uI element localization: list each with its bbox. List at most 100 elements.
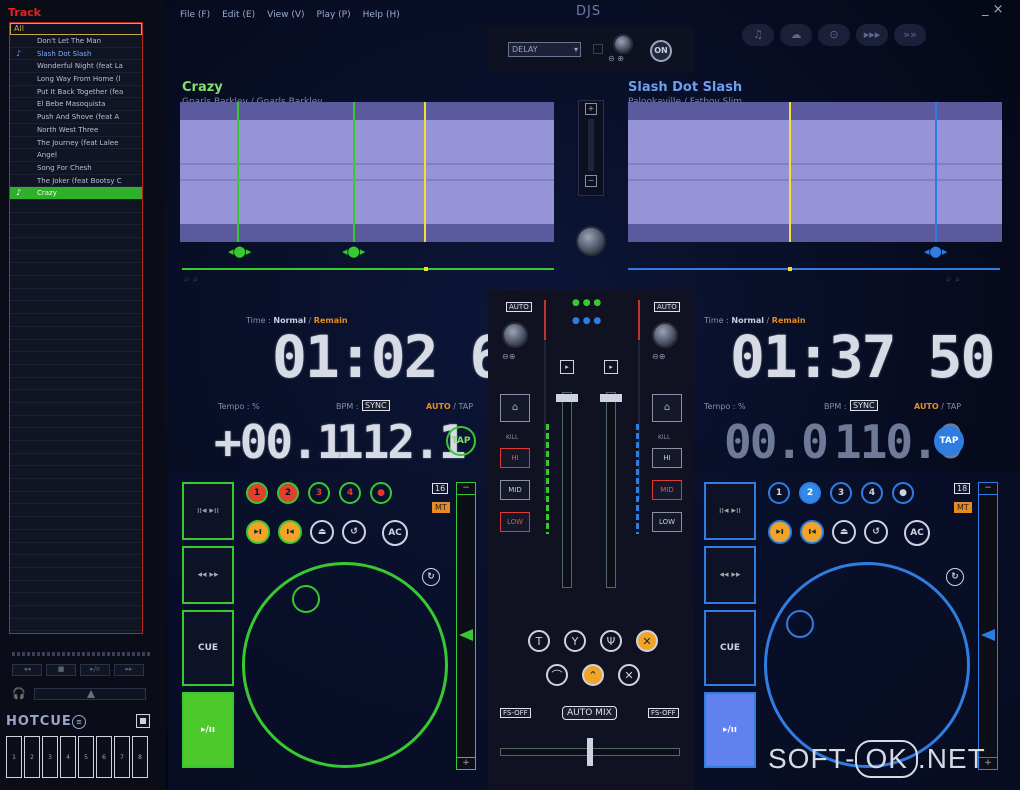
- deck-b-tap-button[interactable]: TAP: [934, 426, 964, 456]
- deck-a-platter[interactable]: [242, 562, 448, 768]
- menu-item-3[interactable]: Play (P): [317, 10, 351, 20]
- channel-fader-a-track[interactable]: [562, 392, 572, 588]
- window-controls[interactable]: _ ×: [982, 2, 1004, 17]
- deck-a-cue-button[interactable]: CUE: [182, 610, 234, 686]
- mixer-auto-b[interactable]: AUTO: [654, 302, 680, 312]
- track-row-empty[interactable]: [10, 378, 142, 391]
- track-row[interactable]: Long Way From Home (l: [10, 73, 142, 86]
- deck-a-loop-out-icon[interactable]: ı◂: [278, 520, 302, 544]
- deck-a-sync-button[interactable]: SYNC: [362, 400, 390, 411]
- hotcue-key[interactable]: 7: [114, 736, 130, 778]
- channel-fader-b-thumb[interactable]: [600, 394, 622, 402]
- mixer-cue-a-icon[interactable]: ⌂: [500, 394, 530, 422]
- skip-mode-icon[interactable]: »»: [894, 24, 926, 46]
- mixer-gain-knob-b[interactable]: [652, 322, 678, 348]
- deck-a-mt-button[interactable]: MT: [432, 502, 450, 513]
- menu-item-1[interactable]: Edit (E): [222, 10, 255, 20]
- track-row-empty[interactable]: [10, 200, 142, 213]
- stop-button[interactable]: ■: [46, 664, 76, 676]
- effect-select[interactable]: DELAY ▾: [508, 42, 581, 57]
- track-row[interactable]: Angel: [10, 149, 142, 162]
- menu-item-0[interactable]: File (F): [180, 10, 210, 20]
- mixer-fs-off-b[interactable]: FS-OFF: [648, 708, 679, 718]
- center-master-knob[interactable]: [576, 226, 606, 256]
- track-row-empty[interactable]: [10, 314, 142, 327]
- track-row-empty[interactable]: [10, 606, 142, 619]
- track-row-empty[interactable]: [10, 479, 142, 492]
- deck-a-pitch-plus[interactable]: +: [457, 757, 475, 769]
- deck-b-cue-button[interactable]: CUE: [704, 610, 756, 686]
- track-row-empty[interactable]: [10, 289, 142, 302]
- deck-b-sync-button[interactable]: SYNC: [850, 400, 878, 411]
- track-row-empty[interactable]: [10, 504, 142, 518]
- channel-fader-a-thumb[interactable]: [556, 394, 578, 402]
- mixer-fx2-icon-0[interactable]: ⌒: [546, 664, 568, 686]
- video-mode-icon[interactable]: ☁: [780, 24, 812, 46]
- mixer-fx-icon-0[interactable]: T: [528, 630, 550, 652]
- mixer-gain-a-minus-plus[interactable]: ⊖⊕: [502, 352, 515, 361]
- track-row[interactable]: Push And Shove (feat A: [10, 111, 142, 124]
- track-row-empty[interactable]: [10, 619, 142, 632]
- nudge-plus-button[interactable]: +: [585, 103, 597, 115]
- next-button[interactable]: ▸▸: [114, 664, 144, 676]
- track-row-empty[interactable]: [10, 238, 142, 251]
- channel-fader-b-track[interactable]: [606, 392, 616, 588]
- hotcue-record-button[interactable]: [136, 714, 150, 728]
- track-row[interactable]: Song For Chesh: [10, 162, 142, 175]
- track-row-empty[interactable]: [10, 327, 142, 340]
- deck-b-scratch-icon[interactable]: ↻: [946, 568, 964, 586]
- track-row-empty[interactable]: [10, 581, 142, 594]
- deck-b-cue-marker[interactable]: ◂⬤▸: [924, 245, 947, 258]
- effect-knob-minus-plus[interactable]: ⊖ ⊕: [608, 54, 624, 63]
- mixer-fx2-icon-2[interactable]: ✕: [618, 664, 640, 686]
- deck-b-ac-button[interactable]: AC: [904, 520, 930, 546]
- hotcue-button-2[interactable]: 2: [799, 482, 821, 504]
- track-row-empty[interactable]: [10, 517, 142, 530]
- track-row-empty[interactable]: [10, 251, 142, 264]
- track-row-empty[interactable]: [10, 428, 142, 441]
- music-mode-icon[interactable]: ♫: [742, 24, 774, 46]
- deck-a-seek-buttons[interactable]: ◂◂ ▸▸: [182, 546, 234, 604]
- track-row[interactable]: Wonderful Night (feat La: [10, 60, 142, 74]
- deck-a-skip-buttons[interactable]: ıı◂ ▸ıı: [182, 482, 234, 540]
- deck-b-mt-button[interactable]: MT: [954, 502, 972, 513]
- deck-a-play-button[interactable]: ▸/ıı: [182, 692, 234, 768]
- nudge-track[interactable]: [588, 119, 594, 171]
- deck-b-seek-buttons[interactable]: ◂◂ ▸▸: [704, 546, 756, 604]
- deck-a-record-icon[interactable]: ●: [370, 482, 392, 504]
- deck-b-eject-icon[interactable]: ⏏: [832, 520, 856, 544]
- eq-hi-button[interactable]: HI: [500, 448, 530, 468]
- deck-b-tap-label[interactable]: / TAP: [941, 402, 961, 411]
- mixer-gain-b-minus-plus[interactable]: ⊖⊕: [652, 352, 665, 361]
- hotcue-key[interactable]: 2: [24, 736, 40, 778]
- deck-b-loop-out-icon[interactable]: ı◂: [800, 520, 824, 544]
- track-filter[interactable]: All: [10, 23, 142, 35]
- track-row-empty[interactable]: [10, 441, 142, 454]
- deck-a-position-bar[interactable]: [182, 268, 554, 270]
- deck-a-cue-marker-2[interactable]: ◂⬤▸: [342, 245, 365, 258]
- mixer-auto-a[interactable]: AUTO: [506, 302, 532, 312]
- hotcue-key[interactable]: 3: [42, 736, 58, 778]
- channel-b-play-icon[interactable]: ▸: [604, 360, 618, 374]
- deck-b-pitch-thumb[interactable]: [981, 629, 995, 641]
- eq-low-button[interactable]: LOW: [652, 512, 682, 532]
- track-row[interactable]: Put It Back Together (fea: [10, 86, 142, 99]
- auto-mix-button[interactable]: AUTO MIX: [562, 706, 617, 720]
- track-row-empty[interactable]: [10, 593, 142, 606]
- left-volume-slider[interactable]: [34, 688, 146, 700]
- eq-hi-button[interactable]: HI: [652, 448, 682, 468]
- track-row-empty[interactable]: [10, 213, 142, 226]
- track-row-empty[interactable]: [10, 390, 142, 403]
- hotcue-button-1[interactable]: 1: [768, 482, 790, 504]
- hotcue-button-3[interactable]: 3: [830, 482, 852, 504]
- prev-button[interactable]: ◂◂: [12, 664, 42, 676]
- hotcue-key[interactable]: 1: [6, 736, 22, 778]
- track-row-empty[interactable]: [10, 416, 142, 429]
- track-row-empty[interactable]: [10, 225, 142, 238]
- track-row-empty[interactable]: [10, 276, 142, 289]
- deck-a-ac-button[interactable]: AC: [382, 520, 408, 546]
- hotcue-button-1[interactable]: 1: [246, 482, 268, 504]
- deck-b-pitch-slider[interactable]: − +: [978, 482, 998, 770]
- mixer-gain-knob-a[interactable]: [502, 322, 528, 348]
- deck-a-pitch-slider[interactable]: − +: [456, 482, 476, 770]
